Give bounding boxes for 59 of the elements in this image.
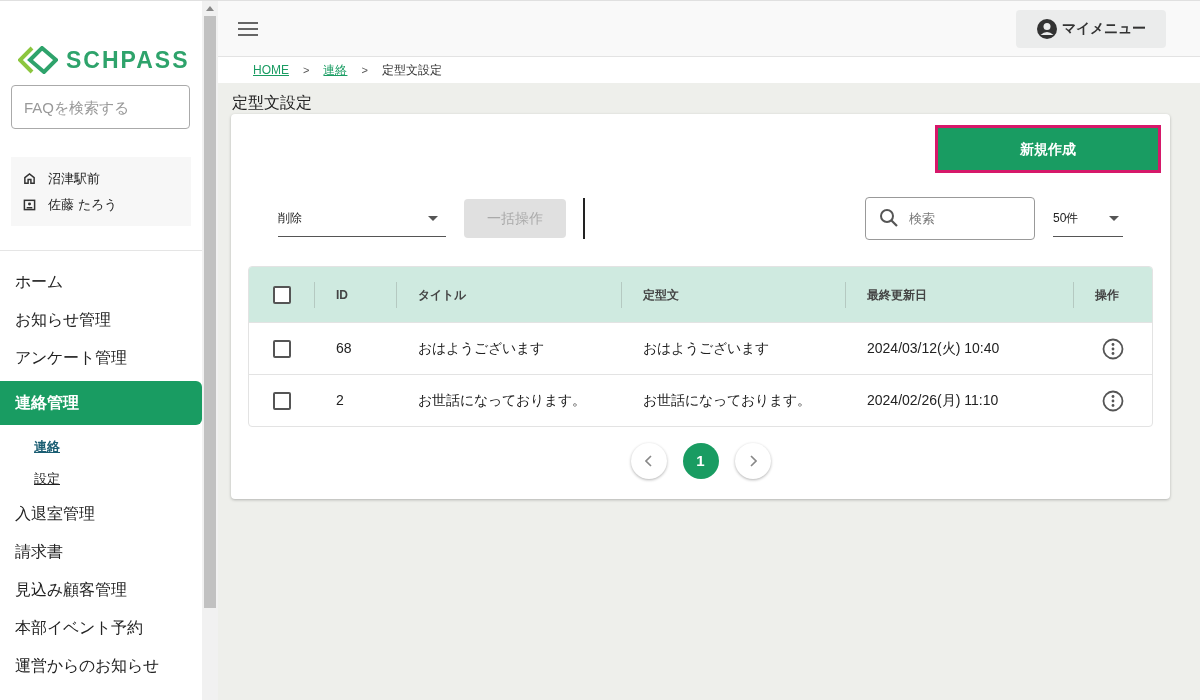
chevron-right-icon	[748, 455, 757, 467]
column-header: ID	[336, 286, 348, 304]
scroll-up-arrow-icon[interactable]	[206, 6, 214, 11]
select-value: 削除	[278, 210, 302, 227]
breadcrumb-current: 定型文設定	[381, 62, 442, 79]
dropdown-caret-icon	[1109, 215, 1119, 221]
new-button[interactable]: 新規作成	[938, 128, 1158, 170]
nav-item[interactable]: お知らせ管理	[0, 301, 202, 339]
nav-subitem[interactable]: 設定	[0, 463, 60, 495]
search-field[interactable]: 検索	[865, 197, 1035, 240]
nav-item[interactable]: 見込み顧客管理	[0, 571, 202, 609]
user-icon	[1036, 17, 1058, 40]
nav-item[interactable]: ホーム	[0, 263, 202, 301]
table-cell: 2024/02/26(月) 11:10	[867, 392, 999, 408]
id-card-icon	[23, 197, 36, 211]
nav-item[interactable]: 運営からのお知らせ	[0, 647, 202, 685]
table-cell: 2024/03/12(火) 10:40	[867, 340, 1000, 356]
table-cell: 68	[336, 340, 352, 356]
user-name: 佐藤 たろう	[48, 195, 117, 214]
school-name: 沼津駅前	[48, 170, 100, 188]
page-title: 定型文設定	[231, 93, 313, 113]
select-value: 50件	[1053, 210, 1079, 227]
breadcrumb-separator: >	[361, 62, 368, 78]
column-header: 最終更新日	[867, 286, 927, 304]
bulk-action-select[interactable]: 削除	[278, 200, 446, 237]
nav-subitem[interactable]: 連絡	[0, 431, 60, 463]
more-options-icon[interactable]	[1102, 389, 1124, 412]
home-icon	[23, 172, 36, 186]
breadcrumb-separator: >	[303, 62, 310, 78]
column-header: タイトル	[418, 286, 466, 304]
nav-item[interactable]: 連絡管理	[0, 381, 202, 425]
logo-icon	[18, 46, 58, 74]
checkbox[interactable]	[273, 391, 291, 410]
table-cell: おはようございます	[643, 340, 769, 356]
nav-item[interactable]: 請求書	[0, 533, 202, 571]
per-page-select[interactable]: 50件	[1053, 200, 1123, 237]
column-header: 操作	[1095, 286, 1119, 304]
search-icon	[879, 208, 899, 228]
logo-text: SCHPASS	[66, 45, 190, 75]
breadcrumb-link[interactable]: HOME	[253, 61, 289, 79]
page-button[interactable]: 1	[682, 443, 719, 479]
scrollbar[interactable]	[202, 1, 218, 700]
table-cell: 2	[336, 392, 344, 408]
column-header: 定型文	[643, 286, 679, 304]
checkbox[interactable]	[272, 285, 291, 304]
faq-search-field[interactable]: FAQを検索する	[11, 85, 190, 129]
more-options-icon[interactable]	[1102, 337, 1124, 360]
nav-item[interactable]: アンケート管理	[0, 339, 202, 377]
my-menu-button[interactable]: マイメニュー	[1016, 9, 1166, 48]
nav-item[interactable]: 本部イベント予約	[0, 609, 202, 647]
table-cell: お世話になっております。	[643, 392, 811, 408]
checkbox[interactable]	[273, 339, 291, 358]
nav-item[interactable]: 入退室管理	[0, 495, 202, 533]
dropdown-caret-icon	[428, 215, 438, 221]
table-cell: おはようございます	[418, 340, 544, 356]
table-cell: お世話になっております。	[418, 392, 586, 408]
menu-icon	[238, 21, 258, 36]
breadcrumb-link[interactable]: 連絡	[323, 61, 348, 79]
chevron-left-icon	[644, 455, 653, 467]
